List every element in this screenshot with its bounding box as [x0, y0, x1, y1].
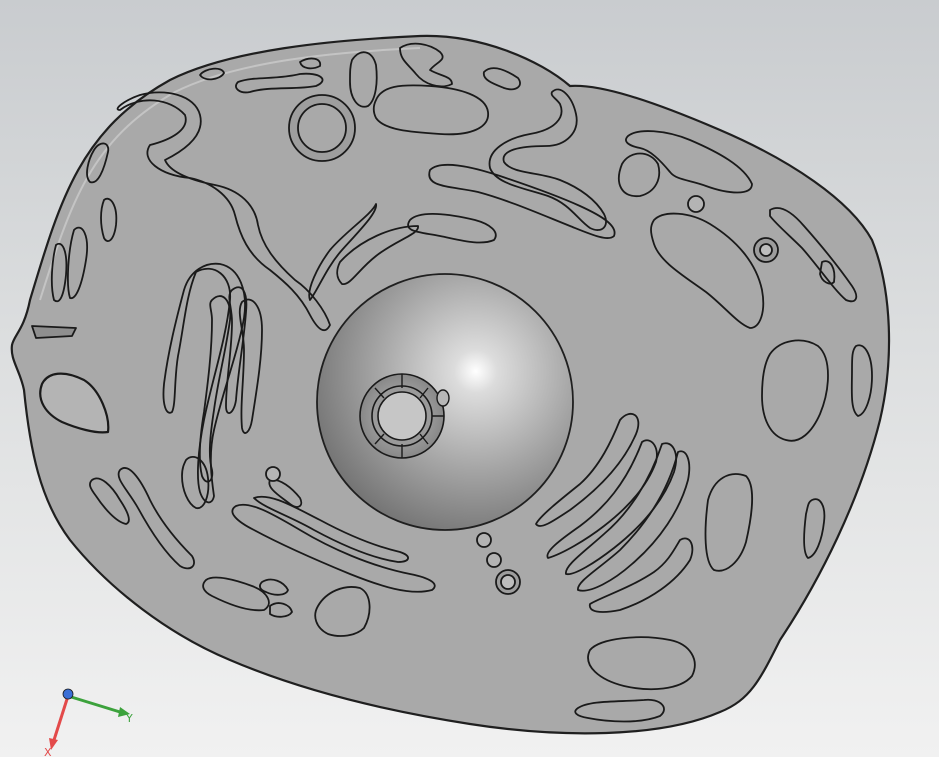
ribosome: [687, 195, 705, 213]
3d-viewport[interactable]: Y X: [0, 0, 939, 757]
vesicle-ring-inner: [500, 574, 516, 590]
y-axis-label: Y: [125, 712, 133, 725]
y-axis-line: [67, 694, 121, 714]
vacuole-slot: [31, 325, 77, 339]
nuclear-pore: [436, 389, 450, 407]
ribosome: [476, 532, 492, 548]
vesicle-ring-inner: [759, 243, 773, 257]
x-axis-label: X: [44, 746, 52, 757]
ribosome: [265, 466, 281, 482]
cell-model[interactable]: [0, 0, 939, 757]
nucleolus: [359, 373, 445, 459]
x-axis-line: [52, 695, 70, 741]
z-axis-dot: [62, 688, 74, 700]
ribosome: [486, 552, 502, 568]
vesicle-ring-inner: [297, 103, 347, 153]
axis-triad: Y X: [44, 688, 133, 757]
